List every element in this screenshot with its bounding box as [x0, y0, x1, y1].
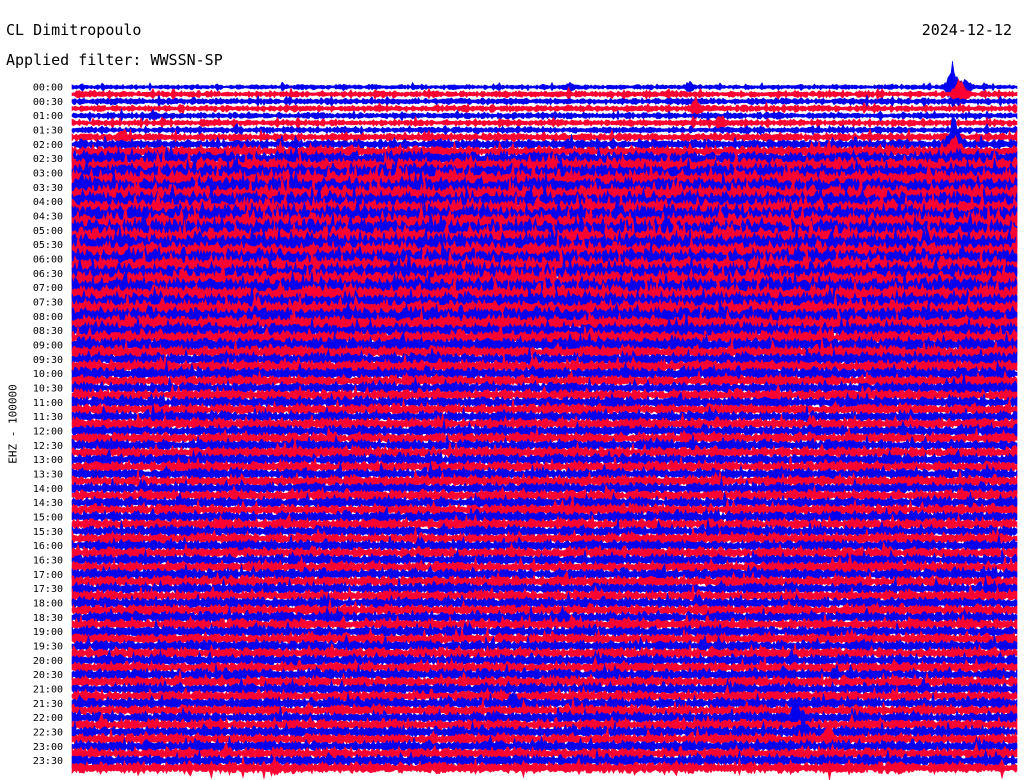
tick-label-0630: 06:30 — [33, 269, 63, 280]
tick-label-0230: 02:30 — [33, 154, 63, 165]
tick-label-2030: 20:30 — [33, 670, 63, 681]
seismic-traces — [71, 60, 1018, 780]
time-tick-labels: 00:00 00:30 01:00 01:30 02:00 02:30 03:00 03:30… — [33, 83, 63, 768]
tick-label-1200: 12:00 — [33, 427, 63, 438]
tick-label-0500: 05:00 — [33, 226, 63, 237]
tick-label-0600: 06:00 — [33, 255, 63, 266]
tick-label-1930: 19:30 — [33, 642, 63, 653]
tick-label-1830: 18:30 — [33, 613, 63, 624]
tick-label-0430: 04:30 — [33, 212, 63, 223]
tick-label-1400: 14:00 — [33, 484, 63, 495]
tick-label-2000: 20:00 — [33, 656, 63, 667]
tick-label-1530: 15:30 — [33, 527, 63, 538]
tick-label-1230: 12:30 — [33, 441, 63, 452]
tick-label-2330: 23:30 — [33, 756, 63, 767]
tick-label-1600: 16:00 — [33, 541, 63, 552]
tick-label-0200: 02:00 — [33, 140, 63, 151]
tick-label-0830: 08:30 — [33, 326, 63, 337]
tick-label-1130: 11:30 — [33, 412, 63, 423]
tick-label-2130: 21:30 — [33, 699, 63, 710]
tick-label-0530: 05:30 — [33, 240, 63, 251]
tick-label-0900: 09:00 — [33, 341, 63, 352]
tick-label-1030: 10:30 — [33, 384, 63, 395]
tick-label-1700: 17:00 — [33, 570, 63, 581]
tick-label-0730: 07:30 — [33, 298, 63, 309]
tick-label-1730: 17:30 — [33, 584, 63, 595]
tick-label-2100: 21:00 — [33, 685, 63, 696]
tick-label-0700: 07:00 — [33, 283, 63, 294]
tick-label-1000: 10:00 — [33, 369, 63, 380]
tick-label-1330: 13:30 — [33, 470, 63, 481]
tick-label-2300: 23:00 — [33, 742, 63, 753]
tick-label-1430: 14:30 — [33, 498, 63, 509]
tick-label-1300: 13:00 — [33, 455, 63, 466]
tick-label-1800: 18:00 — [33, 599, 63, 610]
helicorder-plot: 00:00 00:30 01:00 01:30 02:00 02:30 03:00 03:30… — [33, 60, 1018, 780]
tick-label-1500: 15:00 — [33, 513, 63, 524]
tick-label-0330: 03:30 — [33, 183, 63, 194]
tick-label-0800: 08:00 — [33, 312, 63, 323]
tick-label-0400: 04:00 — [33, 197, 63, 208]
tick-label-1630: 16:30 — [33, 556, 63, 567]
tick-label-0030: 00:30 — [33, 97, 63, 108]
tick-label-0100: 01:00 — [33, 111, 63, 122]
tick-label-1900: 19:00 — [33, 627, 63, 638]
tick-label-0130: 01:30 — [33, 126, 63, 137]
tick-label-1100: 11:00 — [33, 398, 63, 409]
tick-label-0300: 03:00 — [33, 169, 63, 180]
tick-label-0000: 00:00 — [33, 83, 63, 94]
tick-label-0930: 09:30 — [33, 355, 63, 366]
tick-label-2230: 22:30 — [33, 728, 63, 739]
tick-label-2200: 22:00 — [33, 713, 63, 724]
